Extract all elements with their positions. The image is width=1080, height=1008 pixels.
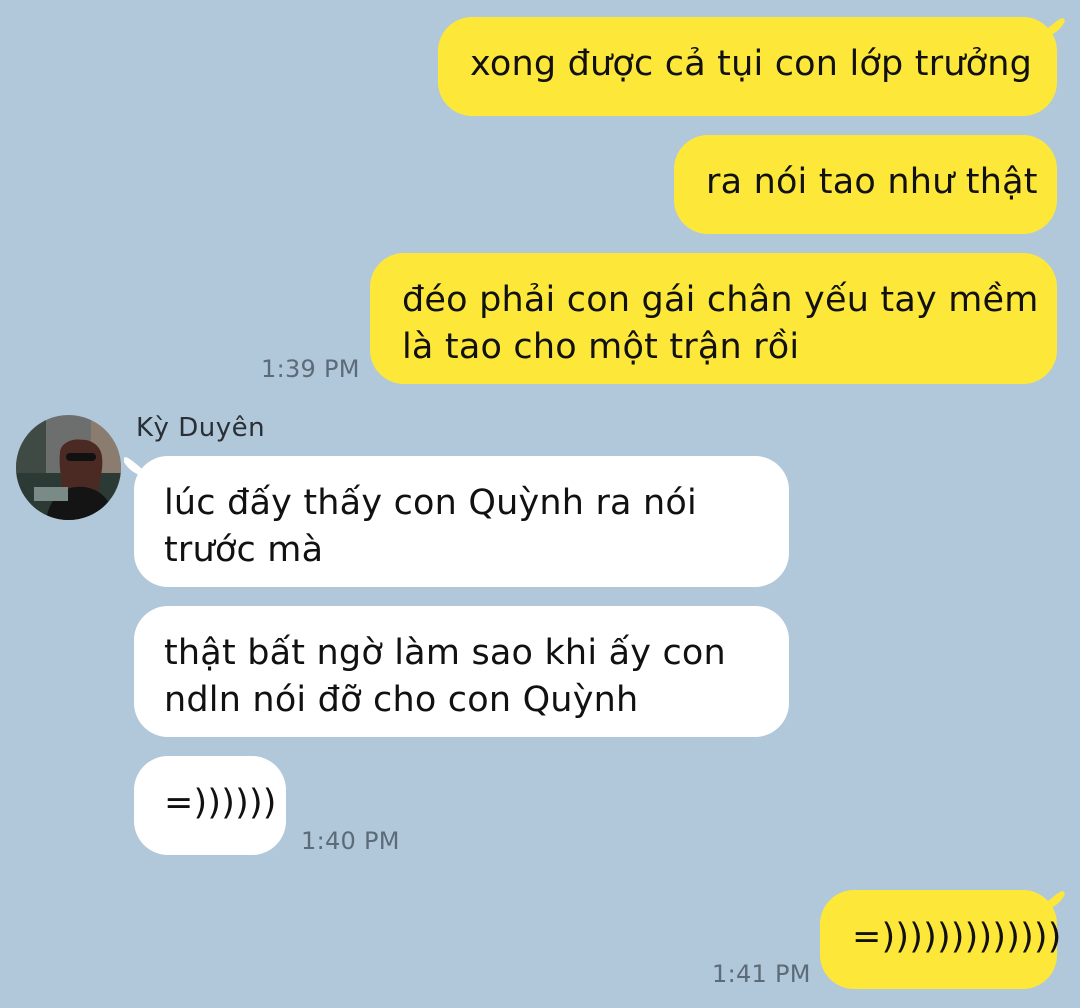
message-text: ra nói tao như thật (706, 162, 1038, 202)
incoming-message-bubble[interactable]: =)))))) (134, 756, 286, 855)
incoming-message-bubble[interactable]: thật bất ngờ làm sao khi ấy con ndln nói… (134, 606, 789, 737)
message-text-line: đéo phải con gái chân yếu tay mềm (402, 280, 1039, 320)
message-timestamp: 1:40 PM (301, 827, 400, 855)
avatar-photo-icon (16, 415, 121, 520)
message-text-line: trước mà (164, 530, 324, 570)
message-text-line: là tao cho một trận rồi (402, 327, 800, 367)
contact-avatar[interactable] (16, 415, 121, 520)
message-text-line: lúc đấy thấy con Quỳnh ra nói (164, 483, 697, 523)
message-text-line: thật bất ngờ làm sao khi ấy con (164, 633, 726, 673)
message-timestamp: 1:39 PM (261, 355, 360, 383)
sender-name: Kỳ Duyên (136, 413, 266, 443)
outgoing-message-bubble[interactable]: ra nói tao như thật (674, 135, 1057, 234)
message-text: =)))))) (164, 783, 277, 823)
outgoing-message-bubble[interactable]: xong được cả tụi con lớp trưởng (438, 17, 1057, 116)
message-text-line: ndln nói đỡ cho con Quỳnh (164, 680, 639, 720)
incoming-message-bubble[interactable]: lúc đấy thấy con Quỳnh ra nói trước mà (134, 456, 789, 587)
outgoing-message-bubble[interactable]: =))))))))))))) (820, 890, 1062, 989)
message-text: =))))))))))))) (852, 917, 1062, 957)
outgoing-message-bubble[interactable]: đéo phải con gái chân yếu tay mềm là tao… (370, 253, 1057, 384)
message-text: xong được cả tụi con lớp trưởng (470, 44, 1033, 84)
message-timestamp: 1:41 PM (712, 960, 811, 988)
